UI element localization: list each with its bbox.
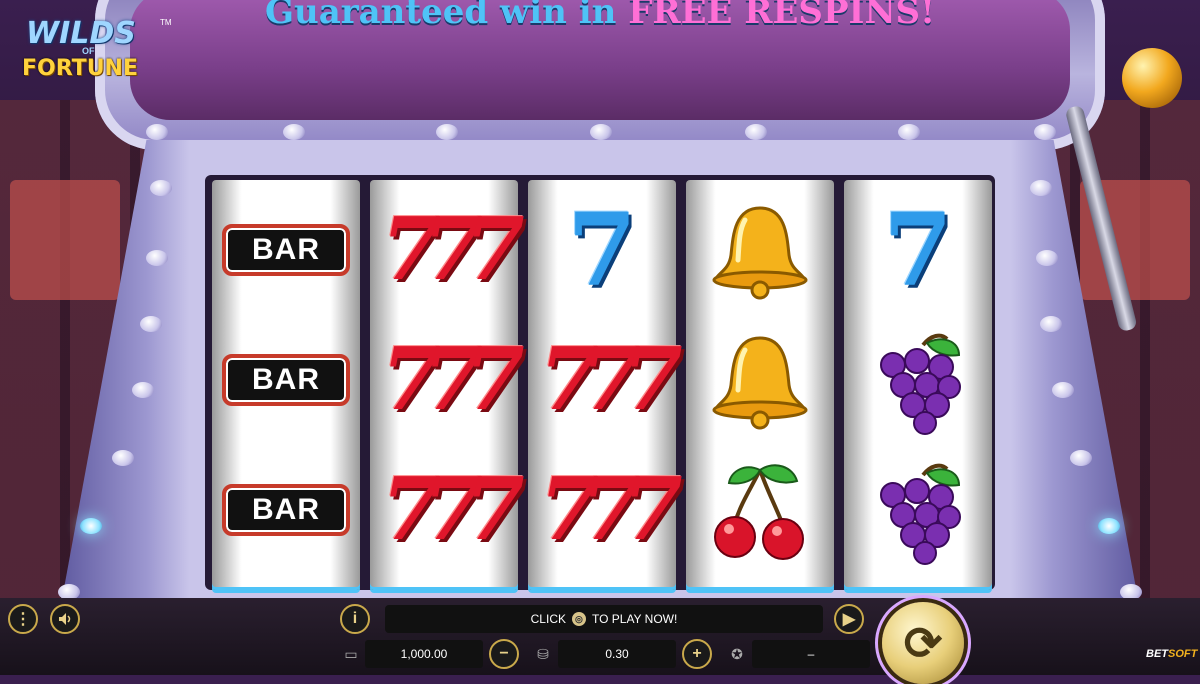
message-bar: CLICK ◎ TO PLAY NOW!: [385, 605, 823, 633]
cherries-icon: [714, 464, 804, 560]
symbol-bell: [686, 315, 834, 445]
triple-seven-icon: 777: [539, 329, 682, 430]
bet-field: 0.30: [558, 640, 676, 668]
message-prefix: CLICK: [530, 612, 566, 626]
wallet-icon: ▭: [344, 645, 358, 662]
bet-value: 0.30: [605, 647, 629, 661]
lever-knob[interactable]: [1122, 48, 1182, 108]
symbol-grapes: [844, 315, 992, 445]
bulb: [146, 124, 168, 140]
bar-label: BAR: [222, 484, 350, 536]
triple-seven-icon: 777: [539, 459, 682, 560]
symbol-triple-seven: 777: [370, 315, 524, 445]
triple-seven-icon: 777: [381, 199, 524, 300]
reel-1: BAR BAR BAR: [212, 180, 360, 590]
bulb: [283, 124, 305, 140]
logo-wilds-text: WILDS: [26, 16, 136, 51]
bulb: [1034, 124, 1056, 140]
brand-part1: BET: [1146, 648, 1168, 660]
bar-label: BAR: [222, 224, 350, 276]
minus-icon: −: [499, 645, 509, 662]
balance-field: 1,000.00: [365, 640, 483, 668]
bulb: [898, 124, 920, 140]
spin-button[interactable]: ⟳: [882, 602, 964, 684]
blue-seven-icon: 7: [567, 191, 637, 309]
triple-seven-icon: 777: [381, 329, 524, 430]
logo-fortune-text: FORTUNE: [22, 56, 138, 81]
info-icon: i: [352, 610, 358, 627]
symbol-blue-seven: 7: [844, 185, 992, 315]
bulb-glowing: [80, 518, 102, 534]
symbol-grapes: [844, 445, 992, 575]
coins-stack-icon: ⛁: [537, 645, 549, 662]
symbol-triple-seven: 777: [370, 445, 524, 575]
bulb: [745, 124, 767, 140]
symbol-blue-seven: 7: [528, 185, 676, 315]
bulb: [150, 180, 172, 196]
grapes-icon: [880, 463, 961, 565]
background-slot-screen-left: [10, 180, 120, 300]
symbol-triple-seven: 777: [528, 315, 682, 445]
symbol-bar: BAR: [212, 315, 360, 445]
plus-icon: +: [692, 645, 702, 662]
bulb: [140, 316, 162, 332]
symbol-bar: BAR: [212, 445, 360, 575]
game-logo: WILDS OF FORTUNE TM: [18, 14, 172, 84]
bulb: [436, 124, 458, 140]
bet-decrease-button[interactable]: −: [489, 639, 519, 669]
sound-button[interactable]: [50, 604, 80, 634]
symbol-triple-seven: 777: [528, 445, 682, 575]
message-suffix: TO PLAY NOW!: [591, 612, 678, 626]
info-button[interactable]: i: [340, 604, 370, 634]
autoplay-icon: ▶: [842, 611, 856, 628]
coin-icon: ◎: [571, 612, 586, 626]
symbol-cherries: [686, 445, 834, 575]
bulb: [1036, 250, 1058, 266]
bet-increase-button[interactable]: +: [682, 639, 712, 669]
triple-seven-icon: 777: [381, 459, 524, 560]
symbol-triple-seven: 777: [370, 185, 524, 315]
logo-trademark: TM: [160, 18, 172, 27]
bell-icon: [712, 336, 808, 430]
blue-seven-icon: 7: [883, 191, 953, 309]
reel-4: [686, 180, 834, 590]
spin-icon: ⟳: [903, 617, 943, 669]
bulb: [112, 450, 134, 466]
menu-icon: ⋮: [15, 611, 31, 628]
balance-value: 1,000.00: [400, 647, 448, 661]
bulb: [1030, 180, 1052, 196]
bulb: [590, 124, 612, 140]
grapes-icon: [880, 333, 961, 435]
reel-2: 777 777 777: [370, 180, 525, 590]
bulb: [1052, 382, 1074, 398]
win-value: –: [807, 647, 815, 661]
reel-3: 7 777 777: [528, 180, 683, 590]
symbol-bar: BAR: [212, 185, 360, 315]
brand-part2: SOFT: [1168, 648, 1198, 660]
symbol-bell: [686, 185, 834, 315]
bulb: [146, 250, 168, 266]
bulb: [1070, 450, 1092, 466]
betsoft-logo: BETSOFT: [1146, 648, 1197, 660]
logo-of-text: OF: [82, 46, 95, 56]
bulb: [1040, 316, 1062, 332]
banner-text: Guaranteed win in FREE RESPINS!: [264, 0, 936, 32]
autoplay-button[interactable]: ▶: [834, 604, 864, 634]
bulb: [132, 382, 154, 398]
reel-5: 7: [844, 180, 992, 590]
speaker-icon: [59, 613, 71, 625]
win-field: –: [752, 640, 870, 668]
bulb-glowing: [1098, 518, 1120, 534]
menu-button[interactable]: ⋮: [8, 604, 38, 634]
bar-label: BAR: [222, 354, 350, 406]
bell-icon: [712, 206, 808, 300]
win-badge-icon: ✪: [731, 645, 743, 662]
